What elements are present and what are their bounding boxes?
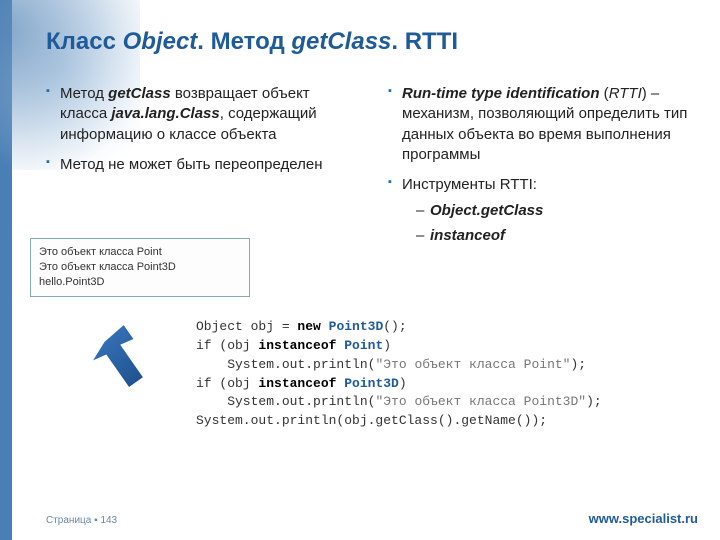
sub-bullet-1: Object.getClass [402,201,700,221]
sub-bullet-2: instanceof [402,226,700,246]
title-post: . RTTI [391,28,458,55]
output-line-2: Это объект класса Point3D [39,260,241,275]
sub-bullets: Object.getClass instanceof [402,201,700,246]
footer-site: www.specialist.ru [589,511,698,526]
left-bullets: Метод getClass возвращает объект класса … [46,84,358,175]
code-block: Object obj = new Point3D(); if (obj inst… [196,318,602,431]
title-pre: Класс [46,28,123,55]
right-bullet-1: Run-time type identification (RTTI) – ме… [388,84,700,165]
slide-content: Класс Object. Метод getClass. RTTI Метод… [46,28,700,510]
left-column: Метод getClass возвращает объект класса … [46,84,358,256]
left-accent-strip [0,0,12,540]
left-bullet-2: Метод не может быть переопределен [46,155,358,175]
right-column: Run-time type identification (RTTI) – ме… [388,84,700,256]
columns: Метод getClass возвращает объект класса … [46,84,700,256]
output-line-3: hello.Point3D [39,275,241,290]
right-bullets: Run-time type identification (RTTI) – ме… [388,84,700,246]
footer-page: Страница ▪ 143 [46,515,117,526]
title-mid: . Метод [197,28,291,55]
title-object: Object [123,28,198,55]
left-bullet-1: Метод getClass возвращает объект класса … [46,84,358,145]
output-line-1: Это объект класса Point [39,245,241,260]
right-bullet-2: Инструменты RTTI: Object.getClass instan… [388,175,700,246]
arrow-icon [86,318,166,398]
title-method: getClass [291,28,391,55]
output-box: Это объект класса Point Это объект класс… [30,238,250,297]
slide-title: Класс Object. Метод getClass. RTTI [46,28,700,56]
